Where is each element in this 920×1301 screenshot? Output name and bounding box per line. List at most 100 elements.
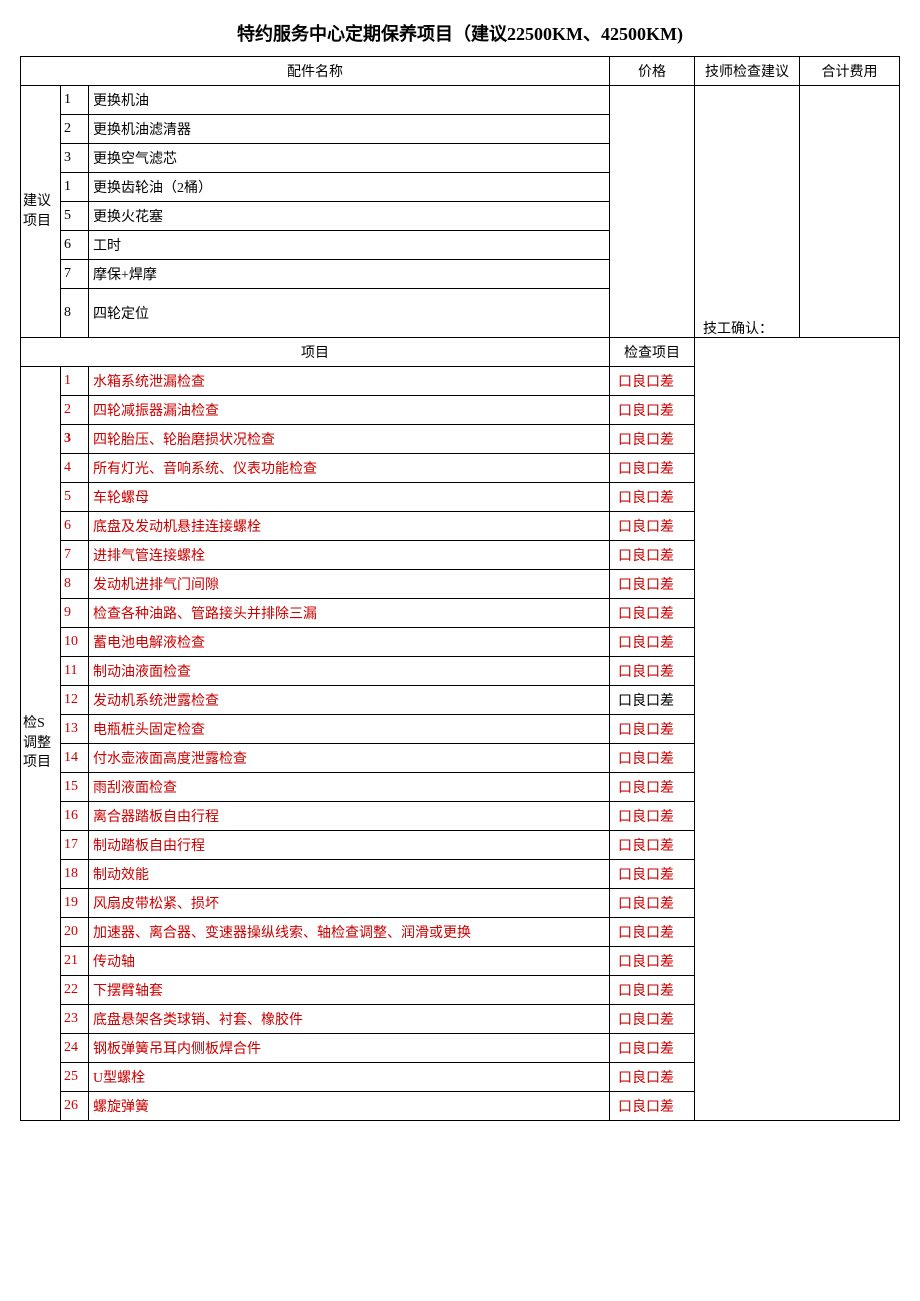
row-number: 1 — [61, 173, 89, 202]
check-item-name: 底盘及发动机悬挂连接螺栓 — [89, 512, 610, 541]
row-number: 13 — [61, 715, 89, 744]
check-item-name: 蓄电池电解液检查 — [89, 628, 610, 657]
row-number: 8 — [61, 570, 89, 599]
check-value: 口良口差 — [610, 715, 695, 744]
part-name-cell: 四轮定位 — [89, 289, 610, 338]
check-value: 口良口差 — [610, 454, 695, 483]
check-item-name: 制动效能 — [89, 860, 610, 889]
part-name-cell: 更换机油滤清器 — [89, 115, 610, 144]
row-number: 9 — [61, 599, 89, 628]
row-number: 1 — [61, 367, 89, 396]
group-check-label: 检S调整项目 — [21, 367, 61, 1121]
row-number: 23 — [61, 1005, 89, 1034]
price-cell — [610, 86, 695, 338]
check-value: 口良口差 — [610, 1034, 695, 1063]
header-project: 项目 — [21, 338, 610, 367]
check-item-name: 发动机进排气门间隙 — [89, 570, 610, 599]
check-value: 口良口差 — [610, 773, 695, 802]
row-number: 6 — [61, 512, 89, 541]
row-number: 6 — [61, 231, 89, 260]
row-number: 25 — [61, 1063, 89, 1092]
check-value: 口良口差 — [610, 657, 695, 686]
header-total: 合计费用 — [800, 57, 900, 86]
row-number: 1 — [61, 86, 89, 115]
row-number: 20 — [61, 918, 89, 947]
check-value: 口良口差 — [610, 570, 695, 599]
row-number: 15 — [61, 773, 89, 802]
check-value: 口良口差 — [610, 802, 695, 831]
check-value: 口良口差 — [610, 889, 695, 918]
check-value: 口良口差 — [610, 918, 695, 947]
row-number: 7 — [61, 541, 89, 570]
header-row-2: 项目 检查项目 技工确认： — [21, 338, 900, 367]
check-item-name: 传动轴 — [89, 947, 610, 976]
header-check-project: 检查项目 — [610, 338, 695, 367]
row-number: 22 — [61, 976, 89, 1005]
check-value: 口良口差 — [610, 947, 695, 976]
check-item-name: 所有灯光、音响系统、仪表功能检查 — [89, 454, 610, 483]
check-item-name: 底盘悬架各类球销、衬套、橡胶件 — [89, 1005, 610, 1034]
row-number: 24 — [61, 1034, 89, 1063]
check-value: 口良口差 — [610, 1092, 695, 1121]
check-item-name: 付水壶液面高度泄露检查 — [89, 744, 610, 773]
check-value: 口良口差 — [610, 1063, 695, 1092]
row-number: 2 — [61, 396, 89, 425]
row-number: 26 — [61, 1092, 89, 1121]
row-number: 2 — [61, 115, 89, 144]
check-value: 口良口差 — [610, 599, 695, 628]
check-value: 口良口差 — [610, 628, 695, 657]
check-item-name: 发动机系统泄露检查 — [89, 686, 610, 715]
row-number: 19 — [61, 889, 89, 918]
check-value: 口良口差 — [610, 686, 695, 715]
check-item-name: 雨刮液面检查 — [89, 773, 610, 802]
check-item-name: 检查各种油路、管路接头并排除三漏 — [89, 599, 610, 628]
header-row-1: 配件名称 价格 技师检查建议 合计费用 — [21, 57, 900, 86]
row-number: 11 — [61, 657, 89, 686]
check-item-name: 四轮减振器漏油检查 — [89, 396, 610, 425]
row-number: 14 — [61, 744, 89, 773]
check-item-name: 下摆臂轴套 — [89, 976, 610, 1005]
check-item-name: U型螺栓 — [89, 1063, 610, 1092]
check-value: 口良口差 — [610, 744, 695, 773]
check-item-name: 风扇皮带松紧、损坏 — [89, 889, 610, 918]
check-value: 口良口差 — [610, 367, 695, 396]
row-number: 10 — [61, 628, 89, 657]
row-number: 21 — [61, 947, 89, 976]
header-price: 价格 — [610, 57, 695, 86]
part-name-cell: 更换齿轮油（2桶） — [89, 173, 610, 202]
header-advise: 技师检查建议 — [695, 57, 800, 86]
check-value: 口良口差 — [610, 396, 695, 425]
total-cell — [800, 86, 900, 338]
maintenance-table: 配件名称 价格 技师检查建议 合计费用 建议项目 1 更换机油 2 更换机油滤清… — [20, 56, 900, 1121]
check-item-name: 电瓶桩头固定检查 — [89, 715, 610, 744]
row-number: 8 — [61, 289, 89, 338]
row-number: 4 — [61, 454, 89, 483]
row-number: 17 — [61, 831, 89, 860]
check-item-name: 制动踏板自由行程 — [89, 831, 610, 860]
table-row: 建议项目 1 更换机油 — [21, 86, 900, 115]
check-item-name: 四轮胎压、轮胎磨损状况检查 — [89, 425, 610, 454]
check-item-name: 制动油液面检查 — [89, 657, 610, 686]
check-value: 口良口差 — [610, 483, 695, 512]
row-number: 5 — [61, 483, 89, 512]
row-number: 3 — [61, 144, 89, 173]
group-suggested-label: 建议项目 — [21, 86, 61, 338]
check-item-name: 加速器、离合器、变速器操纵线索、轴检查调整、润滑或更换 — [89, 918, 610, 947]
advise-cell — [695, 86, 800, 338]
row-number: 7 — [61, 260, 89, 289]
confirm-area: 技工确认： — [695, 338, 900, 1121]
check-value: 口良口差 — [610, 831, 695, 860]
row-number: 3 — [61, 425, 89, 454]
check-value: 口良口差 — [610, 1005, 695, 1034]
check-item-name: 水箱系统泄漏检查 — [89, 367, 610, 396]
page-title: 特约服务中心定期保养项目（建议22500KM、42500KM) — [20, 20, 900, 46]
part-name-cell: 摩保+焊摩 — [89, 260, 610, 289]
check-item-name: 钢板弹簧吊耳内侧板焊合件 — [89, 1034, 610, 1063]
part-name-cell: 更换火花塞 — [89, 202, 610, 231]
check-value: 口良口差 — [610, 425, 695, 454]
row-number: 12 — [61, 686, 89, 715]
check-item-name: 螺旋弹簧 — [89, 1092, 610, 1121]
check-item-name: 进排气管连接螺栓 — [89, 541, 610, 570]
check-value: 口良口差 — [610, 860, 695, 889]
part-name-cell: 更换机油 — [89, 86, 610, 115]
